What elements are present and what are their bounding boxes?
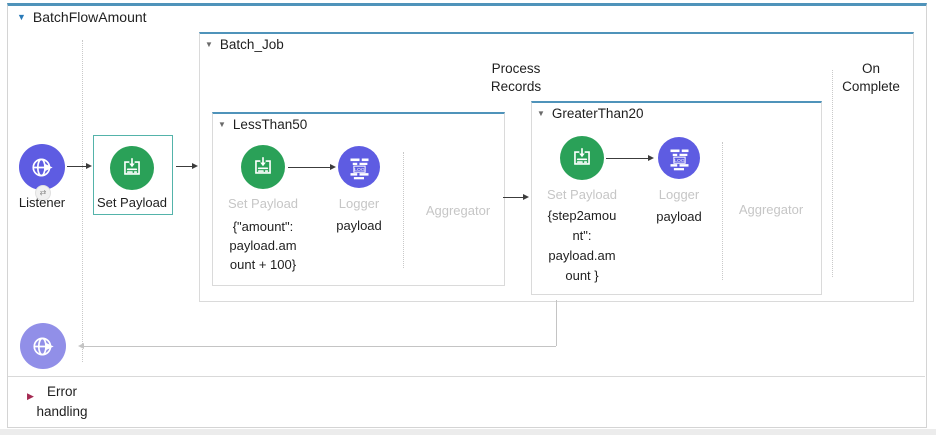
set-payload-component[interactable] (110, 146, 154, 190)
set-payload-icon (569, 145, 595, 171)
process-records-line1: Process (464, 60, 568, 78)
logger-value: payload (629, 209, 729, 225)
collapse-icon[interactable]: ▼ (537, 110, 545, 118)
on-complete-label[interactable]: On Complete (833, 60, 909, 95)
error-handling-line1: Error (18, 382, 106, 402)
logger-icon-text: LOG (354, 166, 365, 172)
lessthan50-header[interactable]: ▼ LessThan50 (218, 117, 307, 132)
connector-arrow (67, 166, 86, 167)
value-line: payload.am (208, 236, 318, 255)
listener-response-component[interactable] (20, 323, 66, 369)
connector-arrow (606, 158, 648, 159)
logger-label: Logger (629, 187, 729, 203)
connector-arrow (503, 197, 523, 198)
globe-icon (29, 154, 56, 181)
error-handling-label[interactable]: Error handling (18, 382, 106, 421)
return-connector-line (556, 300, 557, 346)
value-line: payload.am (527, 246, 637, 266)
set-payload-label: Set Payload (92, 195, 172, 211)
error-handling-divider (8, 376, 925, 377)
listener-component[interactable]: ⇄ (19, 144, 65, 190)
collapse-icon[interactable]: ▼ (218, 121, 226, 129)
aggregator-placeholder[interactable]: Aggregator (719, 202, 823, 218)
greaterthan20-title: GreaterThan20 (552, 106, 644, 121)
process-records-line2: Records (464, 78, 568, 96)
logger-icon: LOG (346, 154, 373, 181)
collapse-icon[interactable]: ▼ (205, 41, 213, 49)
error-handling-line2: handling (18, 402, 106, 422)
value-line: ount } (527, 266, 637, 286)
listener-label: Listener (2, 195, 82, 211)
flow-title: BatchFlowAmount (33, 9, 147, 25)
set-payload-label: Set Payload (532, 187, 632, 203)
logger-component[interactable]: LOG (658, 137, 700, 179)
collapse-icon[interactable]: ▼ (17, 13, 26, 22)
logger-label: Logger (309, 196, 409, 212)
batch-job-title: Batch_Job (220, 37, 284, 52)
set-payload-label: Set Payload (213, 196, 313, 212)
set-payload-component[interactable] (560, 136, 604, 180)
on-complete-line2: Complete (833, 78, 909, 96)
set-payload-value: {step2amou nt": payload.am ount } (527, 206, 637, 286)
set-payload-icon (250, 154, 276, 180)
process-records-label: Process Records (464, 60, 568, 95)
logger-value: payload (309, 218, 409, 234)
on-complete-line1: On (833, 60, 909, 78)
set-payload-component[interactable] (241, 145, 285, 189)
set-payload-value: {"amount": payload.am ount + 100} (208, 217, 318, 274)
aggregator-placeholder[interactable]: Aggregator (406, 203, 510, 219)
connector-arrow (288, 167, 330, 168)
bottom-strip (0, 429, 936, 435)
aggregator-divider-line (403, 152, 404, 268)
lessthan50-title: LessThan50 (233, 117, 307, 132)
value-line: nt": (527, 226, 637, 246)
logger-icon: LOG (666, 145, 693, 172)
set-payload-icon (119, 155, 145, 181)
logger-component[interactable]: LOG (338, 146, 380, 188)
on-complete-divider-line (832, 70, 833, 277)
flow-header[interactable]: ▼ BatchFlowAmount (17, 9, 147, 25)
return-connector-arrow (84, 346, 556, 347)
batch-job-header[interactable]: ▼ Batch_Job (205, 37, 284, 52)
value-line: {step2amou (527, 206, 637, 226)
value-line: ount + 100} (208, 255, 318, 274)
globe-icon (30, 333, 57, 360)
value-line: {"amount": (208, 217, 318, 236)
connector-arrow (176, 166, 192, 167)
greaterthan20-header[interactable]: ▼ GreaterThan20 (537, 106, 643, 121)
logger-icon-text: LOG (674, 157, 685, 163)
source-divider-line (82, 40, 83, 362)
mule-flow-canvas: ▼ BatchFlowAmount ⇄ Listener (0, 0, 936, 435)
